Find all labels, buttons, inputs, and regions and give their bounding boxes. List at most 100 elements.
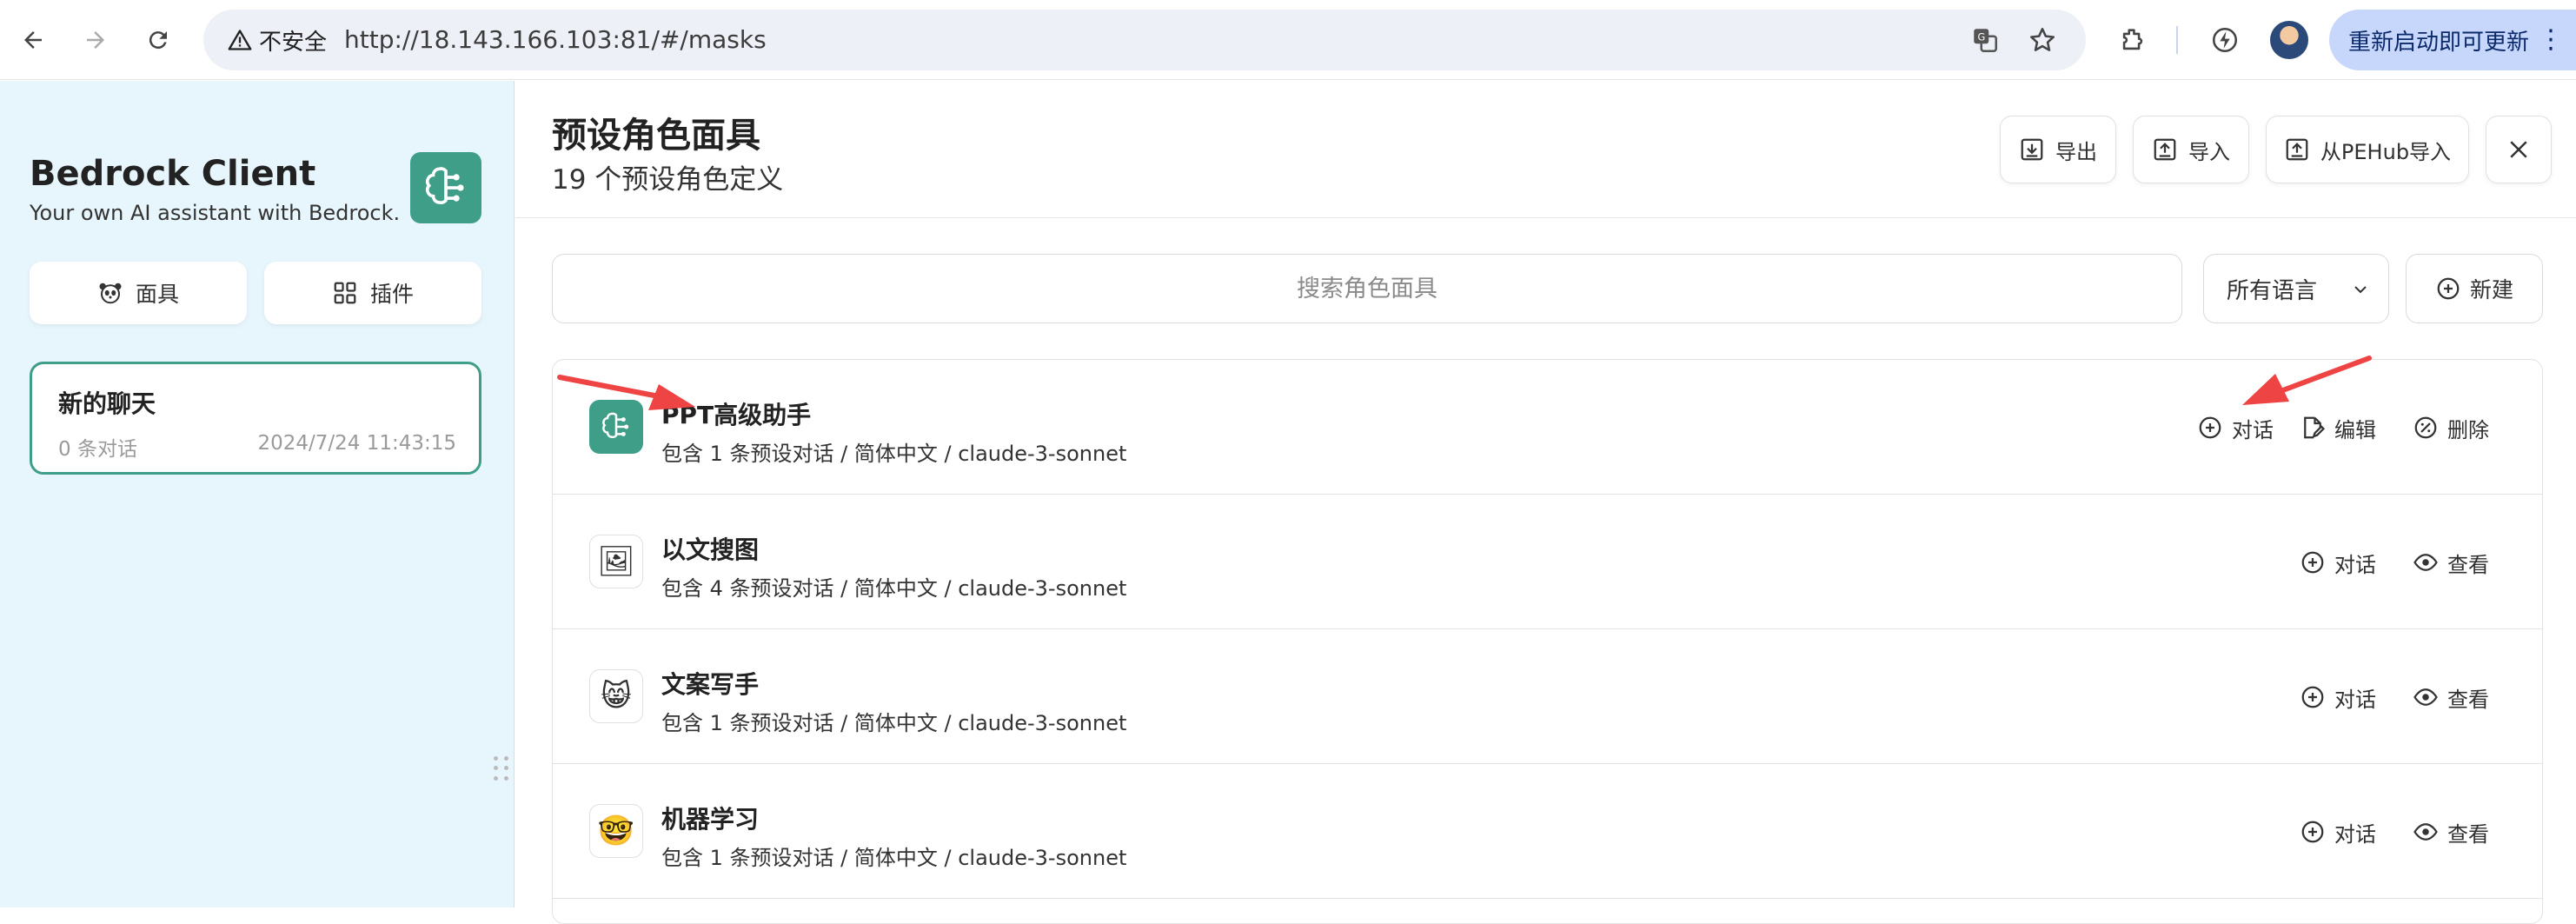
close-button[interactable] bbox=[2486, 116, 2552, 183]
masks-button-label: 面具 bbox=[135, 282, 179, 307]
mask-view-button[interactable]: 查看 bbox=[2413, 680, 2489, 715]
new-mask-button[interactable]: 新建 bbox=[2406, 254, 2543, 323]
restart-update-button[interactable]: 重新启动即可更新 ⋮ bbox=[2329, 10, 2576, 70]
mask-name: 文案写手 bbox=[661, 670, 760, 699]
upload-icon bbox=[2154, 138, 2176, 161]
security-indicator[interactable]: 不安全 bbox=[219, 21, 335, 59]
import-label: 导入 bbox=[2188, 139, 2230, 164]
mask-chat-button[interactable]: 对话 bbox=[2300, 814, 2376, 849]
language-select-value: 所有语言 bbox=[2227, 277, 2318, 304]
mask-row: PPT高级助手 包含 1 条预设对话 / 简体中文 / claude-3-son… bbox=[553, 360, 2542, 495]
svg-text:G: G bbox=[1978, 31, 1986, 43]
mask-delete-label: 删除 bbox=[2447, 417, 2489, 442]
upload-icon bbox=[2286, 138, 2308, 161]
warning-icon bbox=[228, 30, 252, 50]
app-title: Bedrock Client bbox=[30, 154, 316, 194]
mask-edit-button[interactable]: 编辑 bbox=[2300, 410, 2376, 445]
mask-meta: 包含 4 条预设对话 / 简体中文 / claude-3-sonnet bbox=[661, 576, 1127, 601]
browser-toolbar: 不安全 http://18.143.166.103:81/#/masks G 重… bbox=[0, 0, 2576, 80]
address-bar[interactable]: 不安全 http://18.143.166.103:81/#/masks G bbox=[203, 10, 2086, 70]
mask-view-label: 查看 bbox=[2447, 821, 2489, 847]
arrow-left-icon bbox=[24, 31, 42, 49]
mask-view-label: 查看 bbox=[2447, 687, 2489, 712]
page-header: 预设角色面具 19 个预设角色定义 导出 导入 从PEHub导入 bbox=[515, 81, 2576, 218]
chat-title: 新的聊天 bbox=[58, 389, 156, 418]
app-subtitle: Your own AI assistant with Bedrock. bbox=[30, 201, 401, 225]
eye-icon bbox=[2413, 823, 2438, 841]
update-button-label: 重新启动即可更新 bbox=[2348, 29, 2530, 56]
forward-button[interactable] bbox=[75, 19, 116, 61]
mask-delete-button[interactable]: 删除 bbox=[2413, 410, 2489, 445]
new-mask-label: 新建 bbox=[2469, 277, 2513, 302]
chat-timestamp: 2024/7/24 11:43:15 bbox=[257, 432, 456, 455]
reload-button[interactable] bbox=[137, 19, 179, 61]
mask-view-label: 查看 bbox=[2447, 552, 2489, 577]
bookmark-star-icon[interactable] bbox=[2025, 23, 2060, 57]
brain-avatar-icon bbox=[589, 400, 643, 454]
masks-button[interactable]: 面具 bbox=[30, 262, 247, 324]
mask-list: PPT高级助手 包含 1 条预设对话 / 简体中文 / claude-3-son… bbox=[552, 359, 2543, 924]
url-text[interactable]: http://18.143.166.103:81/#/masks bbox=[344, 10, 767, 70]
back-button[interactable] bbox=[12, 19, 54, 61]
mask-search-input[interactable]: 搜索角色面具 bbox=[552, 254, 2182, 323]
mask-row: 😸 文案写手 包含 1 条预设对话 / 简体中文 / claude-3-sonn… bbox=[553, 629, 2542, 764]
profile-avatar[interactable] bbox=[2270, 21, 2308, 59]
arrow-right-icon bbox=[87, 31, 104, 49]
mask-view-button[interactable]: 查看 bbox=[2413, 814, 2489, 849]
chat-session-item[interactable]: 新的聊天 0 条对话 2024/7/24 11:43:15 bbox=[30, 362, 481, 475]
cat-face-icon: 😸 bbox=[589, 669, 643, 723]
mask-meta: 包含 1 条预设对话 / 简体中文 / claude-3-sonnet bbox=[661, 442, 1127, 466]
chat-message-count: 0 条对话 bbox=[58, 438, 137, 461]
plus-circle-icon bbox=[2301, 821, 2324, 843]
toolbar-separator bbox=[2176, 26, 2178, 54]
mask-view-button[interactable]: 查看 bbox=[2413, 545, 2489, 580]
export-button[interactable]: 导出 bbox=[2000, 116, 2116, 183]
pehub-import-label: 从PEHub导入 bbox=[2320, 139, 2452, 164]
mask-meta: 包含 1 条预设对话 / 简体中文 / claude-3-sonnet bbox=[661, 711, 1127, 735]
chevron-down-icon bbox=[2354, 286, 2367, 294]
download-icon bbox=[2021, 138, 2043, 161]
edit-icon bbox=[2304, 416, 2326, 439]
page-subtitle: 19 个预设角色定义 bbox=[552, 164, 784, 196]
plugins-button-label: 插件 bbox=[369, 282, 414, 307]
page-title: 预设角色面具 bbox=[552, 116, 760, 156]
mask-chat-label: 对话 bbox=[2334, 687, 2376, 712]
language-select[interactable]: 所有语言 bbox=[2203, 254, 2389, 323]
pehub-import-button[interactable]: 从PEHub导入 bbox=[2266, 116, 2469, 183]
mask-chat-button[interactable]: 对话 bbox=[2300, 680, 2376, 715]
framed-picture-icon: 🖼 bbox=[589, 535, 643, 588]
eye-icon bbox=[2413, 688, 2438, 706]
mask-row: 🖼 以文搜图 包含 4 条预设对话 / 简体中文 / claude-3-sonn… bbox=[553, 495, 2542, 629]
plus-circle-icon bbox=[2199, 416, 2221, 439]
nerd-face-icon: 🤓 bbox=[589, 804, 643, 858]
translate-icon[interactable]: G bbox=[1968, 23, 2002, 57]
plugins-button[interactable]: 插件 bbox=[264, 262, 481, 324]
delete-circle-icon bbox=[2414, 416, 2437, 439]
mask-chat-label: 对话 bbox=[2232, 417, 2274, 442]
mask-name: PPT高级助手 bbox=[661, 401, 812, 429]
import-button[interactable]: 导入 bbox=[2133, 116, 2249, 183]
mask-row: 🤓 机器学习 包含 1 条预设对话 / 简体中文 / claude-3-sonn… bbox=[553, 764, 2542, 899]
sidebar: Bedrock Client Your own AI assistant wit… bbox=[0, 81, 515, 907]
close-icon bbox=[2510, 141, 2527, 158]
reload-icon bbox=[149, 31, 167, 50]
mask-name: 以文搜图 bbox=[661, 535, 760, 564]
mask-chat-button[interactable]: 对话 bbox=[2300, 545, 2376, 580]
security-label: 不安全 bbox=[259, 29, 328, 56]
panda-mask-icon bbox=[99, 283, 122, 304]
mask-edit-label: 编辑 bbox=[2334, 417, 2376, 442]
masks-page: 预设角色面具 19 个预设角色定义 导出 导入 从PEHub导入 搜索角色面具 … bbox=[515, 81, 2576, 924]
extensions-icon[interactable] bbox=[2112, 19, 2154, 61]
mask-name: 机器学习 bbox=[661, 805, 760, 834]
brain-logo-icon bbox=[410, 152, 481, 223]
mask-meta: 包含 1 条预设对话 / 简体中文 / claude-3-sonnet bbox=[661, 846, 1127, 870]
plus-circle-icon bbox=[2301, 686, 2324, 708]
performance-icon[interactable] bbox=[2204, 19, 2246, 61]
grid-icon bbox=[334, 282, 356, 304]
mask-chat-label: 对话 bbox=[2334, 821, 2376, 847]
more-vert-icon: ⋮ bbox=[2538, 24, 2564, 55]
mask-chat-button[interactable]: 对话 bbox=[2197, 410, 2274, 445]
mask-chat-label: 对话 bbox=[2334, 552, 2376, 577]
sidebar-resize-handle[interactable] bbox=[494, 756, 511, 782]
plus-circle-icon bbox=[2301, 551, 2324, 574]
